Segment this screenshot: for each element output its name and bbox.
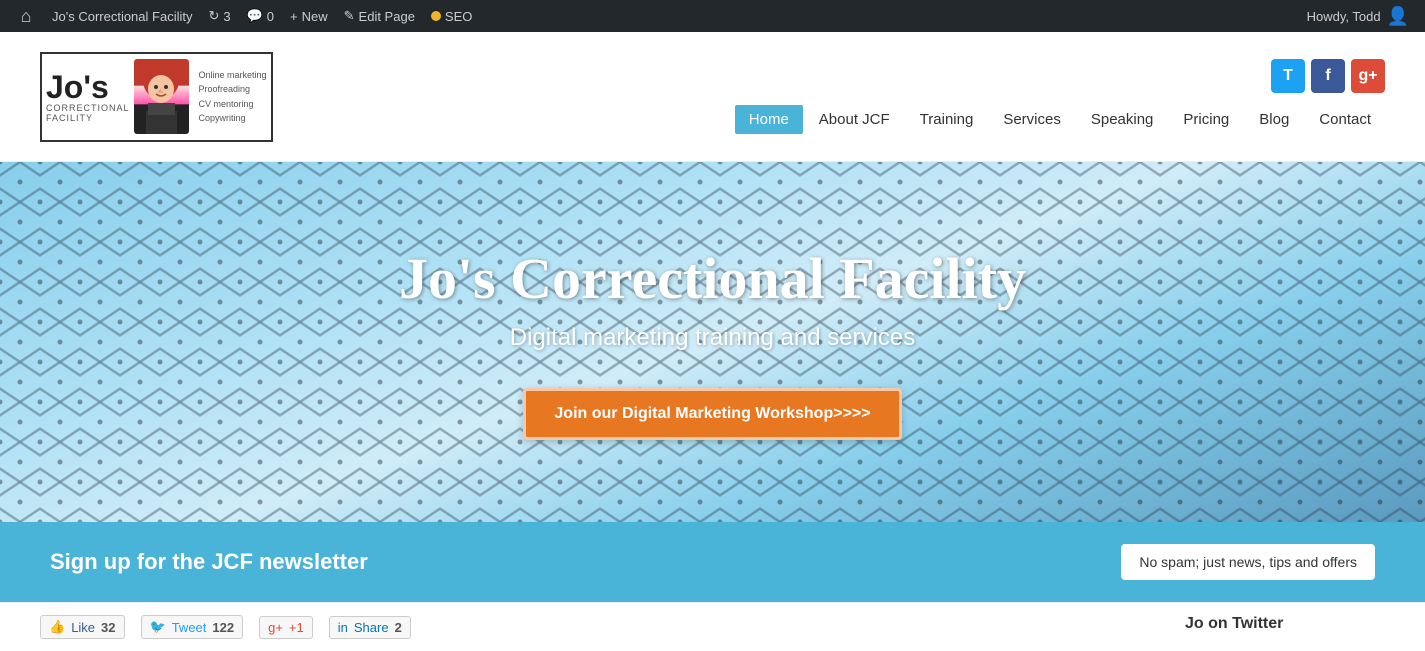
comments-icon: 💬 <box>247 8 263 24</box>
logo-woman-image <box>134 59 189 134</box>
hero-cta-button[interactable]: Join our Digital Marketing Workshop>>>> <box>523 388 901 440</box>
main-nav: Home About JCF Training Services Speakin… <box>735 105 1385 134</box>
nav-blog[interactable]: Blog <box>1245 105 1303 134</box>
new-item[interactable]: + New <box>282 0 336 32</box>
howdy-text: Howdy, Todd 👤 <box>1299 6 1417 27</box>
jo-on-twitter: Jo on Twitter <box>1185 615 1385 633</box>
nav-services[interactable]: Services <box>989 105 1075 134</box>
header-right: T f g+ Home About JCF Training Services … <box>735 59 1385 134</box>
nav-training[interactable]: Training <box>906 105 988 134</box>
li-share-count: 2 <box>395 620 402 635</box>
hero-title: Jo's Correctional Facility <box>399 245 1026 312</box>
site-name-label: Jo's Correctional Facility <box>52 9 192 24</box>
seo-item[interactable]: SEO <box>423 0 480 32</box>
wp-logo[interactable]: ⌂ <box>8 0 44 32</box>
updates-item[interactable]: ↻ 3 <box>200 0 238 32</box>
new-icon: + <box>290 9 298 24</box>
newsletter-bar: Sign up for the JCF newsletter No spam; … <box>0 522 1425 602</box>
tw-tweet-icon: 🐦 <box>150 619 166 635</box>
tw-tweet-label: Tweet <box>172 620 207 635</box>
edit-icon: ✎ <box>344 8 355 24</box>
facebook-like-button[interactable]: 👍 Like 32 <box>40 615 125 639</box>
gp-icon: g+ <box>268 620 283 635</box>
comments-count: 0 <box>267 9 274 24</box>
social-share-bar: 👍 Like 32 🐦 Tweet 122 g+ +1 in Share 2 <box>40 615 1145 639</box>
nav-about-jcf[interactable]: About JCF <box>805 105 904 134</box>
updates-count: 3 <box>223 9 230 24</box>
fb-like-count: 32 <box>101 620 115 635</box>
wp-icon: ⌂ <box>16 6 36 26</box>
seo-dot-icon <box>431 11 441 21</box>
newsletter-text: Sign up for the JCF newsletter <box>50 549 368 575</box>
hero-content: Jo's Correctional Facility Digital marke… <box>399 245 1026 440</box>
gplus-icon[interactable]: g+ <box>1351 59 1385 93</box>
comments-item[interactable]: 💬 0 <box>239 0 282 32</box>
updates-icon: ↻ <box>208 8 219 24</box>
bottom-row: 👍 Like 32 🐦 Tweet 122 g+ +1 in Share 2 J… <box>0 602 1425 651</box>
site-header: Jo's CORRECTIONAL FACILITY <box>0 32 1425 162</box>
nav-home[interactable]: Home <box>735 105 803 134</box>
new-label: New <box>302 9 328 24</box>
edit-label: Edit Page <box>359 9 415 24</box>
logo-area[interactable]: Jo's CORRECTIONAL FACILITY <box>40 52 273 142</box>
linkedin-share-button[interactable]: in Share 2 <box>329 616 411 639</box>
twitter-icon[interactable]: T <box>1271 59 1305 93</box>
logo-facility-text: FACILITY <box>46 113 93 123</box>
li-icon: in <box>338 620 348 635</box>
nav-speaking[interactable]: Speaking <box>1077 105 1168 134</box>
site-name[interactable]: Jo's Correctional Facility <box>44 0 200 32</box>
tw-tweet-count: 122 <box>212 620 234 635</box>
social-icons: T f g+ <box>1271 59 1385 93</box>
facebook-icon[interactable]: f <box>1311 59 1345 93</box>
edit-page-item[interactable]: ✎ Edit Page <box>336 0 423 32</box>
li-share-label: Share <box>354 620 389 635</box>
nav-pricing[interactable]: Pricing <box>1169 105 1243 134</box>
logo-jos-text: Jo's <box>46 71 109 103</box>
logo-text-block: Jo's CORRECTIONAL FACILITY <box>46 71 130 123</box>
nav-contact[interactable]: Contact <box>1305 105 1385 134</box>
logo-box: Jo's CORRECTIONAL FACILITY <box>40 52 273 142</box>
hero-section: Jo's Correctional Facility Digital marke… <box>0 162 1425 522</box>
user-avatar: 👤 <box>1387 6 1409 27</box>
newsletter-badge: No spam; just news, tips and offers <box>1121 544 1375 580</box>
gplus-button[interactable]: g+ +1 <box>259 616 313 639</box>
hero-subtitle: Digital marketing training and services <box>399 324 1026 352</box>
logo-correctional-text: CORRECTIONAL <box>46 103 130 113</box>
logo-taglines: Online marketing Proofreading CV mentori… <box>199 68 267 126</box>
admin-bar: ⌂ Jo's Correctional Facility ↻ 3 💬 0 + N… <box>0 0 1425 32</box>
fb-like-icon: 👍 <box>49 619 65 635</box>
seo-label: SEO <box>445 9 472 24</box>
gp-label: +1 <box>289 620 304 635</box>
twitter-tweet-button[interactable]: 🐦 Tweet 122 <box>141 615 244 639</box>
fb-like-label: Like <box>71 620 95 635</box>
